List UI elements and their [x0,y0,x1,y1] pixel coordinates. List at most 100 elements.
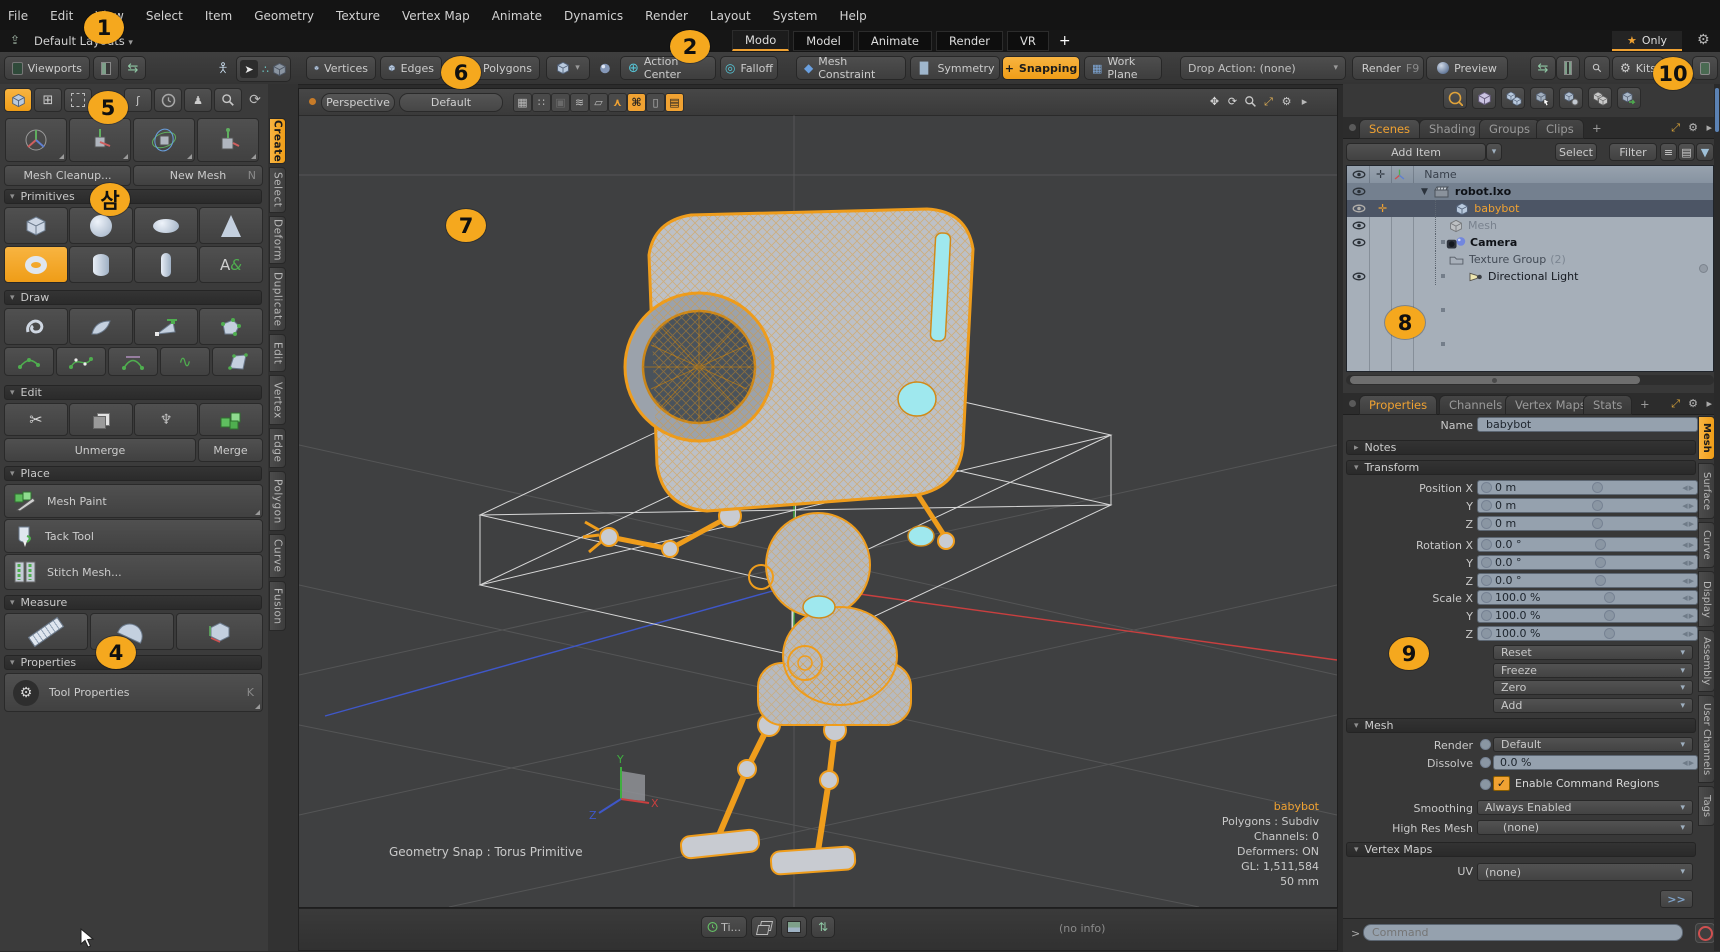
capsule-primitive-button[interactable] [134,246,198,283]
shading-style-dropdown[interactable]: Default [399,93,503,112]
high-res-mesh-dropdown[interactable]: (none)▾ [1477,820,1693,835]
more-properties-button[interactable]: >> [1660,890,1693,908]
viewport-menu-icon[interactable]: ▸ [1296,93,1313,110]
vertices-mode-button[interactable]: Vertices [306,56,376,80]
tab-create[interactable]: Create [269,118,286,164]
notes-section-header[interactable]: ▸Notes [1346,440,1696,455]
duplicate-item-button[interactable] [1588,87,1612,109]
anim-layout-icon-button[interactable] [154,88,182,112]
ruler-tool-button[interactable] [4,613,88,650]
axis-column-icon[interactable] [1393,168,1406,181]
scrollbar-thumb[interactable] [1715,88,1719,132]
menu-dynamics[interactable]: Dynamics [564,9,623,23]
cube-primitive-button[interactable] [4,207,68,244]
snapping-button[interactable]: +Snapping [1002,56,1080,80]
rotation-x-field[interactable]: 0.0 °◀▶ [1477,537,1698,552]
tab-curve[interactable]: Curve [1698,522,1715,568]
export-item-button[interactable] [1617,87,1641,109]
inspect-icon-button[interactable] [214,88,242,112]
split-view-button[interactable] [93,56,119,80]
menu-geometry[interactable]: Geometry [254,9,314,23]
tab-edit[interactable]: Edit [269,334,286,372]
viewport-gear-icon[interactable]: ⚙ [1278,93,1295,110]
only-favorites-button[interactable]: ★Only [1612,31,1682,51]
command-input[interactable] [1363,924,1683,941]
spinner[interactable]: ◀▶ [1682,484,1697,492]
mesh-constraint-button[interactable]: ◆Mesh Constraint [796,56,906,80]
tack-tool-button[interactable]: Tack Tool [4,519,263,553]
list-item-texture-group[interactable]: Texture Group (2) [1347,251,1713,268]
patch-tool-button[interactable] [69,308,133,345]
filter-button[interactable]: Filter [1609,143,1657,161]
cylinder-primitive-button[interactable] [69,246,133,283]
mesh-paint-button[interactable]: Mesh Paint [4,484,263,518]
unmerge-button[interactable]: Unmerge [4,438,196,462]
scenes-gear-icon[interactable]: ⚙ [1688,121,1698,134]
viewports-button[interactable]: Viewports [4,56,90,80]
pin-layout-icon[interactable]: ⇪ [10,33,20,47]
viewport-ghost-toggle-icon[interactable]: ⌘ [627,93,646,112]
list-item-camera[interactable]: Camera [1347,234,1713,251]
time-tool-button[interactable]: Ti... [701,916,747,938]
curve-tool-button[interactable] [4,347,54,376]
move-tool-button[interactable] [69,118,131,162]
render-dropdown[interactable]: Default▾ [1493,737,1693,752]
add-item-button[interactable]: Add Item [1346,143,1486,161]
right-edge-scrollbar[interactable] [1714,84,1720,951]
tab-modo[interactable]: Modo [732,30,789,51]
viewport-wireframe-toggle-icon[interactable]: ≋ [570,93,589,112]
position-y-field[interactable]: 0 m◀▶ [1477,498,1698,513]
channel-dot[interactable] [1481,482,1492,493]
list-item-mesh[interactable]: Mesh [1347,217,1713,234]
zero-dropdown[interactable]: Zero▾ [1493,680,1693,695]
list-item-robot[interactable]: ▼ robot.lxo [1347,183,1713,200]
place-section-header[interactable]: ▾Place [4,466,262,481]
tab-display[interactable]: Display [1698,571,1715,627]
swap-arrows-button[interactable]: ⇆ [1530,56,1556,80]
uv-layout-icon-button[interactable]: ⊞ [34,88,62,112]
instance-item-button[interactable] [1559,87,1583,109]
preview-button[interactable]: Preview [1426,56,1508,80]
viewport-book-toggle-icon[interactable]: ▤ [665,93,684,112]
stamp-icon-button[interactable]: ♟ [184,88,212,112]
copy-tool-button[interactable] [69,403,133,436]
tab-stats[interactable]: Stats [1583,395,1632,415]
bezier-tool-button[interactable] [56,347,106,376]
model-layout-icon-button[interactable] [4,88,32,112]
select-button[interactable]: Select [1555,143,1597,161]
tab-select[interactable]: Select [269,167,286,213]
text-tool-button[interactable]: A& [199,246,263,283]
name-field[interactable]: babybot [1477,417,1698,432]
tab-shading[interactable]: Shading [1419,119,1486,139]
sheet-tool-button[interactable] [212,347,263,376]
ellipsoid-primitive-button[interactable] [134,207,198,244]
list-detail-button[interactable]: ▤ [1678,143,1695,161]
torus-primitive-button[interactable] [4,246,68,283]
pick-item-button[interactable] [1530,87,1554,109]
eye-icon[interactable] [1352,204,1366,213]
tab-clips[interactable]: Clips [1536,119,1584,139]
expander-icon[interactable]: ▼ [1421,187,1428,197]
position-z-field[interactable]: 0 m◀▶ [1477,516,1698,531]
dimension-tool-button[interactable] [176,613,263,650]
layers-button[interactable] [751,916,777,938]
comb-tool-button[interactable]: ♆ [134,403,198,436]
lock-column-icon[interactable]: ✛ [1376,168,1385,181]
mesh-section-header[interactable]: ▾Mesh [1346,718,1696,733]
viewport-spheres-toggle-icon[interactable]: ∷ [532,93,551,112]
tab-curve[interactable]: Curve [269,534,286,578]
eye-icon[interactable] [1352,238,1366,247]
viewport-capsule-toggle-icon[interactable]: ▯ [646,93,665,112]
merge-button[interactable]: Merge [198,438,263,462]
add-layout-tab-button[interactable]: + [1053,33,1077,49]
record-button[interactable] [1695,923,1715,943]
list-item-directional-light[interactable]: Directional Light [1347,268,1713,285]
viewport-grid-toggle-icon[interactable]: ▦ [513,93,532,112]
swap-layout-button[interactable]: ⇆ [120,56,146,80]
panel-handle-icon[interactable] [1349,400,1356,407]
search-button[interactable] [1584,56,1610,80]
draw-section-header[interactable]: ▾Draw [4,290,262,305]
sketch-tool-button[interactable]: ∿ [160,347,210,376]
transform-section-header[interactable]: ▾Transform [1346,460,1696,475]
freeze-dropdown[interactable]: Freeze▾ [1493,663,1693,678]
